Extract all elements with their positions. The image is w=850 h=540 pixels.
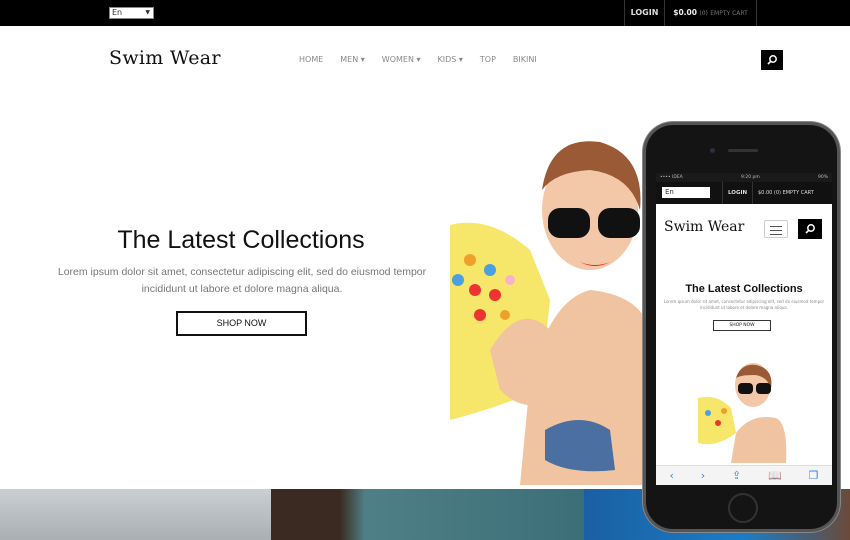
nav-men[interactable]: MEN ▾	[340, 55, 365, 64]
phone-shop-now-button[interactable]: SHOP NOW	[713, 320, 771, 331]
phone-language-select[interactable]: En	[662, 187, 710, 198]
login-link[interactable]: LOGIN	[624, 0, 665, 26]
share-icon[interactable]: ⇪	[732, 469, 741, 482]
nav-top[interactable]: TOP	[480, 55, 496, 64]
search-button[interactable]	[761, 50, 783, 70]
cart-link[interactable]: $0.00 (0) EMPTY CART	[665, 0, 757, 26]
home-button	[728, 493, 758, 523]
tabs-icon[interactable]: ❐	[809, 469, 819, 482]
phone-status-bar: •••• IDEA 9:20 pm 90%	[656, 173, 832, 182]
phone-battery: 90%	[817, 175, 828, 180]
safari-toolbar: ‹ › ⇪ 📖 ❐	[656, 465, 832, 485]
phone-login-link[interactable]: LOGIN	[722, 182, 752, 204]
phone-hero-image	[696, 363, 796, 463]
caret-down-icon: ▼	[145, 9, 150, 16]
hero-text: Lorem ipsum dolor sit amet, consectetur …	[57, 266, 427, 295]
language-select[interactable]: En ▼	[109, 7, 154, 19]
cart-count: (0)	[699, 10, 708, 17]
phone-cart-link[interactable]: $0.00 (0) EMPTY CART	[752, 182, 819, 204]
hero-model-image	[450, 130, 650, 485]
search-icon	[805, 224, 815, 234]
nav-home[interactable]: HOME	[299, 55, 323, 64]
main-nav: HOME MEN ▾ WOMEN ▾ KIDS ▾ TOP BIKINI	[299, 55, 554, 64]
phone-logo: Swim Wear	[664, 219, 745, 235]
top-bar: En ▼ LOGIN $0.00 (0) EMPTY CART	[0, 0, 850, 26]
shop-now-button[interactable]: SHOP NOW	[176, 311, 307, 336]
site-logo[interactable]: Swim Wear	[109, 47, 221, 69]
speaker-icon	[728, 149, 758, 152]
bookmarks-icon[interactable]: 📖	[768, 469, 782, 482]
hamburger-menu-icon[interactable]	[764, 220, 788, 238]
cart-label: EMPTY CART	[710, 10, 748, 17]
search-icon	[767, 55, 777, 65]
phone-time: 9:20 pm	[740, 175, 760, 180]
phone-screen: •••• IDEA 9:20 pm 90% En LOGIN $0.00 (0)…	[656, 173, 832, 485]
back-icon[interactable]: ‹	[669, 469, 673, 482]
nav-kids[interactable]: KIDS ▾	[438, 55, 463, 64]
cart-amount: $0.00	[673, 8, 697, 17]
category-image-swimmers[interactable]	[0, 489, 271, 540]
camera-icon	[710, 148, 715, 153]
phone-mockup: •••• IDEA 9:20 pm 90% En LOGIN $0.00 (0)…	[643, 122, 840, 532]
phone-top-bar: En LOGIN $0.00 (0) EMPTY CART	[656, 182, 832, 204]
nav-bikini[interactable]: BIKINI	[513, 55, 537, 64]
category-image-pool[interactable]	[271, 489, 584, 540]
phone-carrier: •••• IDEA	[660, 175, 683, 180]
forward-icon[interactable]: ›	[701, 469, 705, 482]
language-value: En	[112, 8, 123, 17]
phone-search-button[interactable]	[798, 219, 822, 239]
hero-title: The Latest Collections	[117, 226, 365, 254]
phone-hero-text: Lorem ipsum dolor sit amet, consectetur …	[663, 299, 825, 310]
nav-women[interactable]: WOMEN ▾	[382, 55, 421, 64]
phone-hero-title: The Latest Collections	[685, 283, 803, 295]
